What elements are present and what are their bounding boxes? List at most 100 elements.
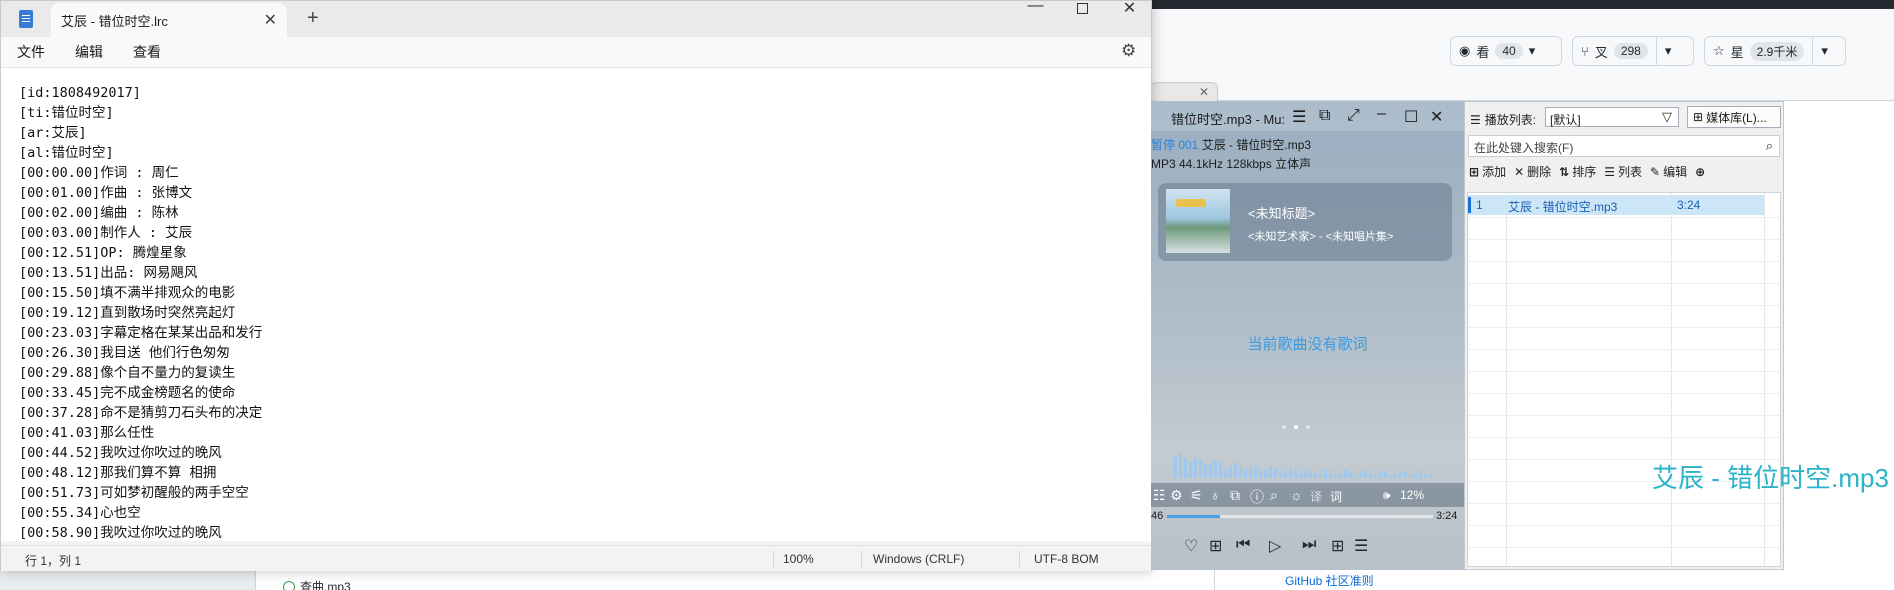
fork-label: 叉 xyxy=(1594,44,1608,60)
close-icon[interactable]: ✕ xyxy=(1199,85,1209,99)
spectrum-bar xyxy=(1339,474,1342,478)
search-icon[interactable]: ⌕ xyxy=(1766,138,1773,154)
chevron-down-icon[interactable]: ▾ xyxy=(1821,43,1828,59)
notepad-window: 艾辰 - 错位时空.lrc ✕ + — ✕ 文件 编辑 查看 ⚙ [id:180… xyxy=(0,0,1152,571)
maximize-button[interactable] xyxy=(1060,1,1105,15)
volume-icon[interactable]: 🕪 xyxy=(1383,488,1391,503)
playlist-search-input[interactable]: 在此处键入搜索(F) ⌕ xyxy=(1468,135,1780,157)
menu-edit[interactable]: 编辑 xyxy=(59,42,117,62)
sort-button[interactable]: ⇅ 排序 xyxy=(1559,163,1596,180)
progress-bar[interactable] xyxy=(1167,515,1433,518)
spectrum-visualizer xyxy=(1174,454,1432,478)
watch-button[interactable]: ◉ 看 40 ▾ xyxy=(1450,36,1562,66)
previous-icon[interactable]: ⏮ xyxy=(1236,536,1250,554)
spectrum-bar xyxy=(1404,472,1407,478)
page-dot[interactable] xyxy=(1282,425,1286,429)
spectrum-bar xyxy=(1414,474,1417,478)
playlist-grid-icon[interactable]: ⊞ xyxy=(1331,536,1344,556)
github-repo-header: ◉ 看 40 ▾ ⑂ 叉 298 ▾ ☆ 星 2.9千米 ▾ xyxy=(1150,9,1894,101)
next-icon[interactable]: ⏭ xyxy=(1302,536,1316,554)
watch-label: 看 xyxy=(1476,44,1490,60)
spectrum-bar xyxy=(1259,470,1262,478)
filename-overlay: 艾辰 - 错位时空.mp3 xyxy=(1652,463,1889,493)
star-button[interactable]: ☆ 星 2.9千米 ▾ xyxy=(1704,36,1846,66)
progress-fill xyxy=(1167,515,1221,518)
locate-button[interactable]: ⊕ xyxy=(1695,163,1705,180)
chevron-down-icon[interactable]: ▾ xyxy=(1665,43,1672,59)
community-guidelines-link[interactable]: GitHub 社区准则 xyxy=(1285,572,1374,589)
add-to-list-icon[interactable]: ⊞ xyxy=(1209,536,1222,556)
add-label: 添加 xyxy=(1482,165,1507,179)
edit-button[interactable]: ✎ 编辑 xyxy=(1650,163,1687,180)
playlist-icon[interactable]: ☰ xyxy=(1354,536,1368,556)
no-lyrics-message: 当前歌曲没有歌词 xyxy=(1247,336,1368,353)
page-dot-active[interactable] xyxy=(1294,425,1298,429)
add-button[interactable]: ⊞ 添加 xyxy=(1469,163,1506,180)
editor-line: [00:44.52]我吹过你吹过的晚风 xyxy=(19,445,222,461)
play-icon[interactable]: ▷ xyxy=(1269,536,1281,556)
editor-line: [ti:错位时空] xyxy=(19,105,114,121)
music-player-window: 错位时空.mp3 - Mu: ☰ ⧉ ⤢ – ☐ ✕ 暂停 001 艾辰 - 错… xyxy=(1151,101,1464,570)
brightness-icon[interactable]: ☼ xyxy=(1290,487,1303,503)
close-icon[interactable]: ✕ xyxy=(264,10,277,30)
media-library-button[interactable]: ⊞ 媒体库(L)... xyxy=(1687,106,1781,128)
spectrum-bar xyxy=(1194,459,1197,478)
equalizer-icon[interactable]: ⚟ xyxy=(1190,487,1203,504)
spectrum-bar xyxy=(1189,462,1192,478)
playlist-selected: [默认] xyxy=(1550,113,1581,127)
status-divider xyxy=(1019,551,1020,567)
notepad-tab[interactable]: 艾辰 - 错位时空.lrc ✕ xyxy=(51,3,287,37)
skin-icon[interactable]: ♁ xyxy=(1210,487,1221,503)
song-title: <未知标题> xyxy=(1248,206,1316,221)
menu-view[interactable]: 查看 xyxy=(117,42,175,62)
background-file-item[interactable]: 查曲.mp3 xyxy=(283,578,351,590)
settings-gear-icon[interactable]: ⚙ xyxy=(1170,487,1183,504)
new-tab-icon[interactable]: + xyxy=(307,7,319,30)
mini-icon[interactable]: ⧉ xyxy=(1230,487,1240,504)
cursor-position: 行 1，列 1 xyxy=(25,554,82,568)
search-icon[interactable]: ⌕ xyxy=(1270,487,1278,504)
spectrum-bar xyxy=(1174,456,1177,478)
player-title: 错位时空.mp3 - Mu: xyxy=(1171,112,1286,127)
tab-title: 艾辰 - 错位时空.lrc xyxy=(61,13,168,29)
fork-icon: ⑂ xyxy=(1581,43,1589,59)
star-label: 星 xyxy=(1730,44,1744,60)
grid-line xyxy=(1468,547,1780,548)
favorite-icon[interactable]: ♡ xyxy=(1184,536,1198,556)
maximize-icon xyxy=(1077,2,1088,14)
mini-mode-icon[interactable]: ⧉ xyxy=(1319,107,1330,125)
delete-button[interactable]: ✕ 删除 xyxy=(1514,163,1551,180)
close-button[interactable]: ✕ xyxy=(1107,0,1152,17)
playlist-row[interactable]: 1 艾辰 - 错位时空.mp3 3:24 xyxy=(1468,195,1764,215)
fullscreen-icon[interactable]: ⤢ xyxy=(1347,107,1360,125)
list-icon[interactable]: ☷ xyxy=(1153,487,1166,504)
text-editor[interactable]: [id:1808492017] [ti:错位时空] [ar:艾辰] [al:错位时空]… xyxy=(1,67,1151,541)
spectrum-bar xyxy=(1229,466,1232,478)
editor-line: [00:48.12]那我们算不算 相拥 xyxy=(19,465,217,481)
editor-line: [00:02.00]编曲 : 陈林 xyxy=(19,205,179,221)
spectrum-bar xyxy=(1324,470,1327,478)
menu-file[interactable]: 文件 xyxy=(1,42,59,62)
translate-icon[interactable]: 译 xyxy=(1310,488,1322,505)
minimize-button[interactable]: — xyxy=(1013,0,1058,14)
minimize-icon[interactable]: – xyxy=(1377,105,1386,123)
encoding: UTF-8 BOM xyxy=(1034,552,1099,566)
editor-line: [00:01.00]作曲 : 张博文 xyxy=(19,185,193,201)
grid-line xyxy=(1468,415,1780,416)
settings-gear-icon[interactable]: ⚙ xyxy=(1121,41,1136,61)
fork-button[interactable]: ⑂ 叉 298 ▾ xyxy=(1572,36,1694,66)
list-button[interactable]: ☰ 列表 xyxy=(1604,163,1642,180)
maximize-icon[interactable]: ☐ xyxy=(1404,107,1418,127)
spectrum-bar xyxy=(1429,476,1432,478)
watch-count: 40 xyxy=(1495,43,1523,59)
editor-line: [00:03.00]制作人 : 艾辰 xyxy=(19,225,193,241)
page-dot[interactable] xyxy=(1306,425,1310,429)
close-icon[interactable]: ✕ xyxy=(1430,107,1443,127)
spectrum-bar xyxy=(1214,461,1217,478)
grid-line xyxy=(1468,283,1780,284)
lyrics-icon[interactable]: 词 xyxy=(1330,488,1342,505)
menu-icon[interactable]: ☰ xyxy=(1292,107,1306,127)
list-label: 列表 xyxy=(1618,165,1643,179)
info-icon[interactable]: ⓘ xyxy=(1250,487,1264,507)
playlist-select[interactable]: [默认] ▽ xyxy=(1545,107,1679,127)
